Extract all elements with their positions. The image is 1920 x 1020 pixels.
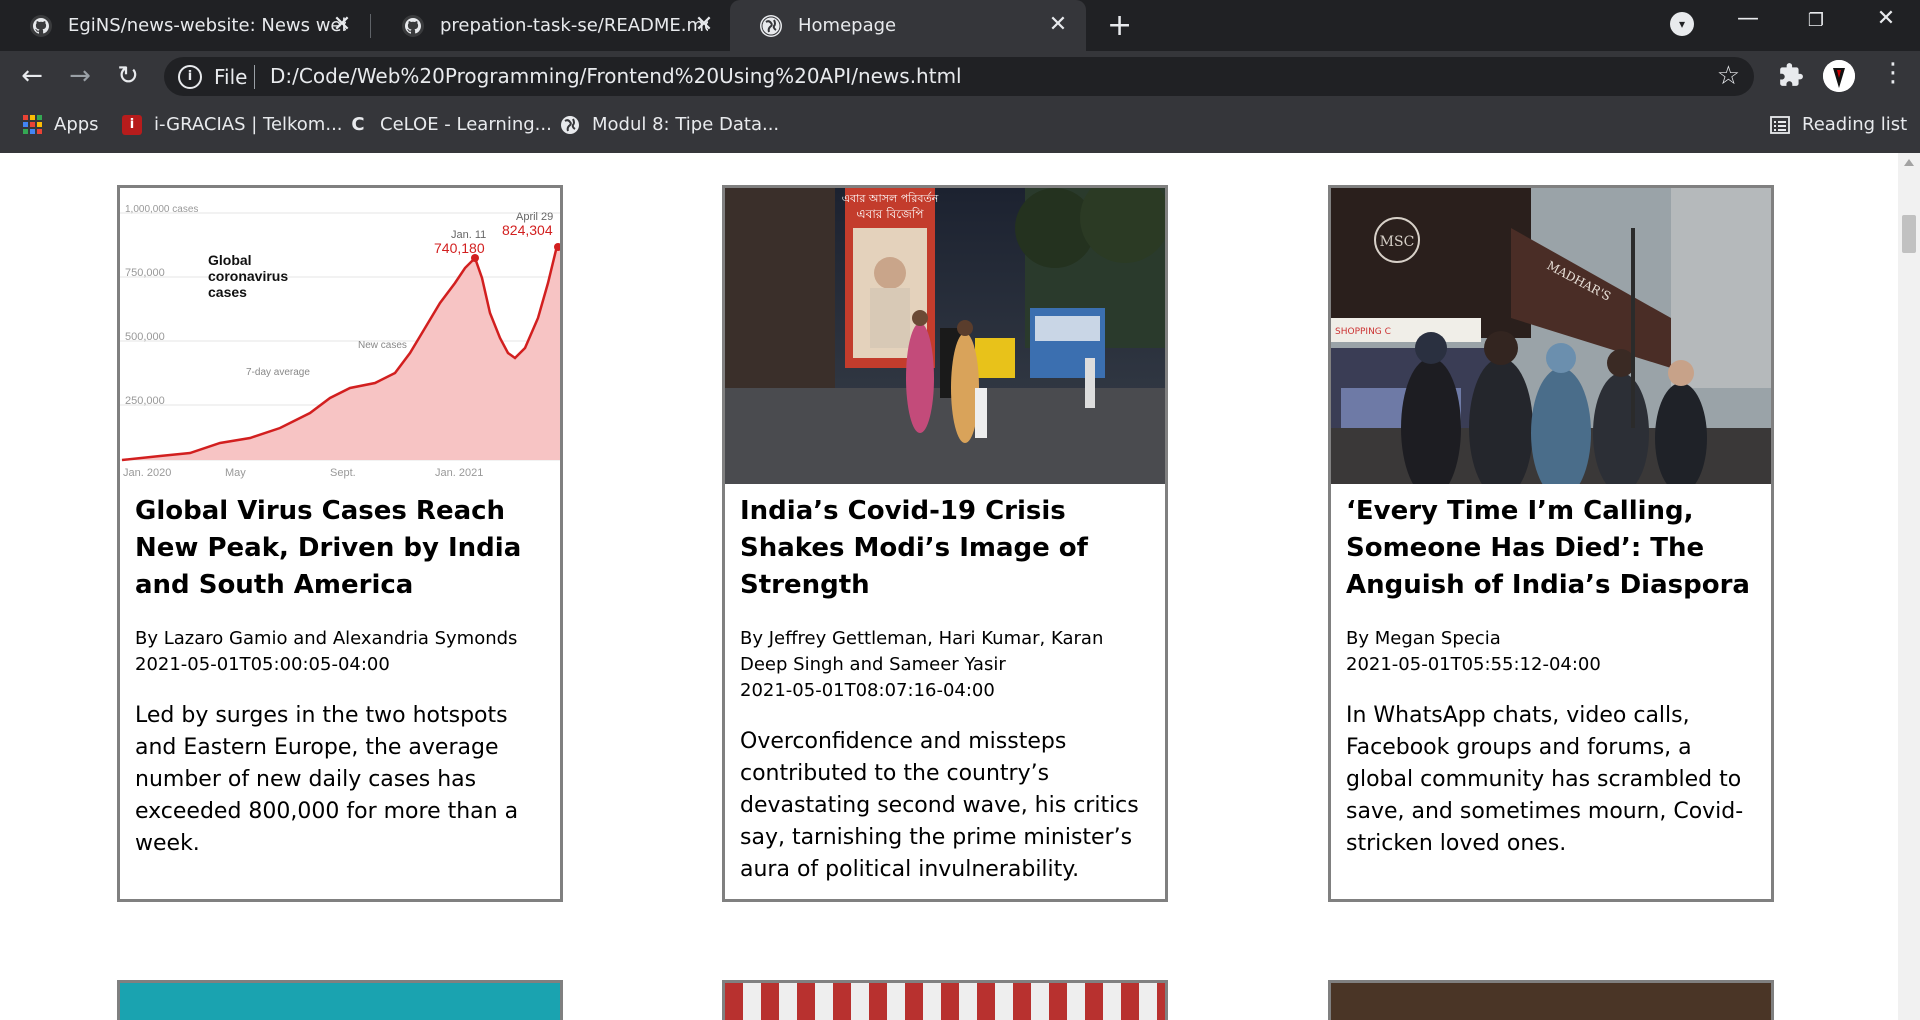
y-tick-label: 250,000: [125, 395, 165, 407]
profile-avatar[interactable]: [1823, 60, 1855, 92]
bookmark-star-icon[interactable]: ☆: [1717, 61, 1740, 91]
article-date: 2021-05-01T05:55:12-04:00: [1346, 654, 1601, 675]
close-tab-icon[interactable]: ✕: [692, 12, 716, 37]
card-body: Global Virus Cases Reach New Peak, Drive…: [135, 493, 546, 860]
bookmark-label: Modul 8: Tipe Data...: [592, 114, 780, 135]
poster-text: এবার আসল পরিবর্তন: [842, 192, 939, 205]
reading-list-icon: [1770, 115, 1790, 135]
telkom-icon: i: [122, 114, 142, 135]
restore-icon[interactable]: ❐: [1796, 10, 1836, 31]
annotation: New cases: [358, 340, 407, 351]
extensions-puzzle-icon[interactable]: [1778, 62, 1804, 88]
tab-title: Homepage: [798, 15, 897, 36]
url-text[interactable]: D:/Code/Web%20Programming/Frontend%20Usi…: [270, 64, 962, 88]
bookmark-modul8[interactable]: Modul 8: Tipe Data...: [560, 114, 779, 135]
github-icon: [402, 14, 424, 37]
article-description: In WhatsApp chats, video calls, Facebook…: [1346, 703, 1744, 856]
bookmark-label: i-GRACIAS | Telkom...: [154, 114, 343, 135]
bookmark-apps[interactable]: Apps: [22, 114, 99, 135]
svg-text:coronavirus: coronavirus: [208, 268, 288, 284]
bookmark-igracias[interactable]: i i-GRACIAS | Telkom...: [122, 114, 343, 135]
article-image: [1331, 983, 1771, 1020]
annotation: 824,304: [502, 222, 553, 238]
tab-separator: [370, 14, 371, 38]
x-tick-label: Jan. 2021: [435, 467, 483, 479]
forward-arrow-icon[interactable]: →: [64, 61, 96, 91]
card-body: India’s Covid-19 Crisis Shakes Modi’s Im…: [740, 493, 1151, 886]
tab-homepage[interactable]: Homepage ✕: [730, 0, 1086, 51]
news-card[interactable]: 1,000,000 cases 750,000 500,000 250,000 …: [117, 185, 563, 902]
celoe-icon: C: [351, 114, 365, 135]
article-description: Led by surges in the two hotspots and Ea…: [135, 703, 519, 856]
reading-list-label: Reading list: [1802, 114, 1908, 135]
github-icon: [30, 14, 52, 37]
poster-text: এবার বিজেপি: [857, 207, 925, 221]
back-arrow-icon[interactable]: ←: [16, 61, 48, 91]
article-description: Overconfidence and missteps contributed …: [740, 729, 1139, 882]
bookmark-label: CeLOE - Learning...: [380, 114, 552, 135]
x-tick-label: Jan. 2020: [123, 467, 171, 479]
svg-text:Global: Global: [208, 252, 252, 268]
globe-icon: [560, 115, 580, 135]
scroll-thumb[interactable]: [1902, 215, 1916, 253]
tab-search-chevron-icon[interactable]: ▾: [1670, 12, 1694, 36]
shop-logo-text: MSC: [1380, 234, 1415, 250]
article-title[interactable]: ‘Every Time I’m Calling, Someone Has Die…: [1346, 493, 1757, 604]
tab-github-readme[interactable]: prepation-task-se/README.md a ✕: [372, 0, 732, 51]
news-card[interactable]: এবার আসল পরিবর্তন এবার বিজেপি India’s Co…: [722, 185, 1168, 902]
bookmark-celoe[interactable]: C CeLOE - Learning...: [348, 114, 552, 135]
article-author: By Lazaro Gamio and Alexandria Symonds: [135, 628, 518, 649]
tab-github-news[interactable]: EgiNS/news-website: News websi ✕: [0, 0, 370, 51]
reading-list-button[interactable]: Reading list: [1770, 114, 1907, 135]
y-tick-label: 500,000: [125, 331, 165, 343]
more-menu-icon[interactable]: ⋮: [1880, 58, 1906, 88]
scroll-up-arrow-icon[interactable]: [1904, 159, 1914, 166]
close-tab-icon[interactable]: ✕: [330, 12, 354, 37]
minimize-icon[interactable]: —: [1728, 6, 1768, 31]
article-date: 2021-05-01T05:00:05-04:00: [135, 654, 390, 675]
close-tab-icon[interactable]: ✕: [1046, 12, 1070, 37]
bookmark-label: Apps: [54, 114, 99, 135]
news-card-next-row[interactable]: [722, 980, 1168, 1020]
close-window-icon[interactable]: ✕: [1866, 6, 1906, 31]
article-author: By Megan Specia: [1346, 628, 1501, 649]
article-title[interactable]: Global Virus Cases Reach New Peak, Drive…: [135, 493, 546, 604]
shop-awning-text: SHOPPING C: [1335, 327, 1391, 337]
y-tick-label: 1,000,000 cases: [125, 204, 198, 215]
url-scheme-label: File: [214, 65, 248, 89]
x-tick-label: May: [225, 467, 246, 479]
svg-text:cases: cases: [208, 284, 247, 300]
page-content: 1,000,000 cases 750,000 500,000 250,000 …: [0, 153, 1898, 1020]
bookmarks-bar: Apps i i-GRACIAS | Telkom... C CeLOE - L…: [0, 102, 1920, 154]
url-separator: [254, 65, 255, 89]
annotation: 740,180: [434, 240, 485, 256]
news-card-next-row[interactable]: [117, 980, 563, 1020]
reload-icon[interactable]: ↻: [112, 61, 144, 91]
annotation: 7-day average: [246, 367, 310, 378]
tab-title: prepation-task-se/README.md a: [440, 15, 708, 36]
coronavirus-cases-chart-image: 1,000,000 cases 750,000 500,000 250,000 …: [120, 188, 560, 484]
browser-toolbar: ← → ↻ i File D:/Code/Web%20Programming/F…: [0, 51, 1920, 102]
globe-icon: [760, 14, 782, 37]
page-scrollbar[interactable]: [1898, 153, 1920, 1020]
article-image: [120, 983, 560, 1020]
article-title[interactable]: India’s Covid-19 Crisis Shakes Modi’s Im…: [740, 493, 1151, 604]
info-icon[interactable]: i: [178, 65, 202, 89]
news-card-next-row[interactable]: [1328, 980, 1774, 1020]
news-card[interactable]: MSC MADHAR'S SHOPPING C ‘Every Time I’m …: [1328, 185, 1774, 902]
article-image: [725, 983, 1165, 1020]
article-date: 2021-05-01T08:07:16-04:00: [740, 680, 995, 701]
tab-title: EgiNS/news-website: News websi: [68, 15, 346, 36]
apps-grid-icon: [22, 115, 42, 135]
india-street-photo: এবার আসল পরিবর্তন এবার বিজেপি: [725, 188, 1165, 484]
new-tab-plus-icon[interactable]: +: [1107, 8, 1132, 43]
diaspora-street-photo: MSC MADHAR'S SHOPPING C: [1331, 188, 1771, 484]
address-bar[interactable]: i File D:/Code/Web%20Programming/Fronten…: [164, 57, 1754, 96]
card-body: ‘Every Time I’m Calling, Someone Has Die…: [1346, 493, 1757, 860]
article-author: By Jeffrey Gettleman, Hari Kumar, Karan …: [740, 628, 1104, 675]
y-tick-label: 750,000: [125, 267, 165, 279]
tab-strip: EgiNS/news-website: News websi ✕ prepati…: [0, 0, 1920, 51]
x-tick-label: Sept.: [330, 467, 356, 479]
